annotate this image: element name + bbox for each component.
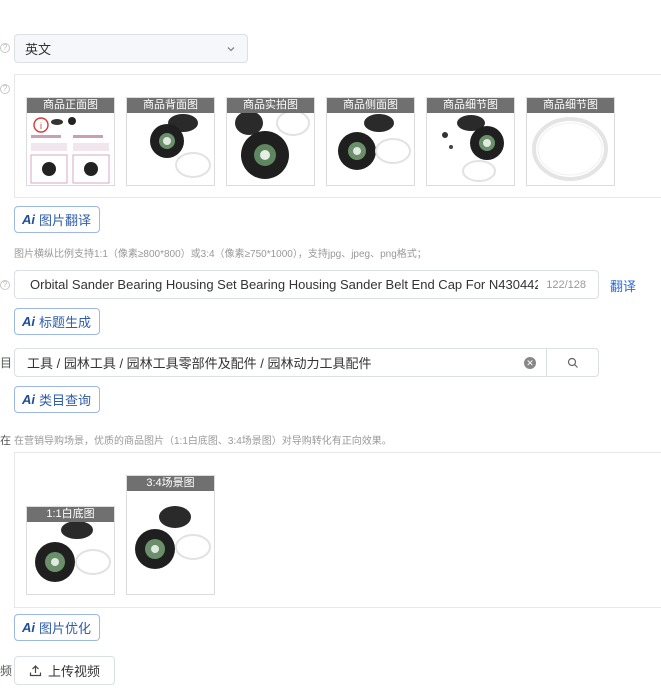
product-images-panel: 商品正面图 i 商品背面图 商品实拍图 商品侧面图 商品细节图 商品细节图: [14, 74, 661, 198]
image-optimize-button[interactable]: Ai 图片优化: [14, 614, 101, 641]
image-translate-button[interactable]: Ai 图片翻译: [14, 206, 101, 233]
ai-icon: Ai: [22, 212, 35, 227]
title-char-counter: 122/128: [546, 278, 586, 291]
category-input-value: 工具 / 园林工具 / 园林工具零部件及配件 / 园林动力工具配件: [27, 356, 372, 371]
category-input[interactable]: 工具 / 园林工具 / 园林工具零部件及配件 / 园林动力工具配件 ✕: [14, 348, 599, 377]
ai-icon: Ai: [22, 620, 35, 635]
image-caption: 商品实拍图: [227, 98, 314, 113]
product-image-thumbnail: i: [27, 113, 114, 185]
product-image-thumbnail: [442, 115, 504, 182]
translate-link[interactable]: 翻译: [610, 276, 636, 295]
ai-icon: Ai: [22, 314, 35, 329]
language-select[interactable]: 英文: [14, 34, 248, 63]
product-image-card[interactable]: 商品正面图 i: [26, 97, 115, 186]
image-caption: 商品侧面图: [327, 98, 414, 113]
marketing-image-card[interactable]: 1:1白底图: [26, 506, 115, 595]
upload-icon: [29, 665, 42, 677]
product-image-thumbnail: [235, 113, 310, 179]
help-icon: ?: [0, 43, 10, 53]
title-input-value: Orbital Sander Bearing Housing Set Beari…: [30, 277, 539, 292]
image-caption: 商品正面图: [27, 98, 114, 113]
marketing-images-panel: 1:1白底图 3:4场景图: [14, 452, 661, 608]
image-translate-label: 图片翻译: [39, 213, 92, 228]
product-image-thumbnail: [150, 114, 211, 178]
image-caption: 商品细节图: [427, 98, 514, 113]
chevron-down-icon: [227, 46, 235, 51]
image-ratio-hint: 图片横纵比例支持1:1（像素≥800*800）或3:4（像素≥750*1000）…: [14, 249, 427, 260]
category-search-button[interactable]: [546, 349, 598, 376]
upload-video-button[interactable]: 上传视频: [14, 656, 115, 685]
title-generate-button[interactable]: Ai 标题生成: [14, 308, 101, 335]
marketing-image-card[interactable]: 3:4场景图: [126, 475, 215, 595]
product-image-card[interactable]: 商品侧面图: [326, 97, 415, 186]
product-image-card[interactable]: 商品背面图: [126, 97, 215, 186]
svg-text:i: i: [40, 121, 42, 131]
product-image-thumbnail: [532, 117, 608, 181]
image-caption: 3:4场景图: [127, 476, 214, 491]
image-caption: 1:1白底图: [27, 507, 114, 522]
title-generate-label: 标题生成: [39, 315, 92, 330]
marketing-image-thumbnail: [35, 522, 111, 582]
category-label-fragment: 目: [0, 356, 13, 370]
category-query-label: 类目查询: [39, 393, 92, 408]
image-caption: 商品细节图: [527, 98, 614, 113]
image-caption: 商品背面图: [127, 98, 214, 113]
help-icon: ?: [0, 280, 10, 290]
video-label-fragment: 频: [0, 664, 13, 678]
marketing-label-fragment: 在: [0, 435, 11, 447]
category-query-button[interactable]: Ai 类目查询: [14, 386, 101, 413]
language-select-value: 英文: [25, 42, 52, 57]
title-input[interactable]: Orbital Sander Bearing Housing Set Beari…: [14, 270, 599, 299]
product-image-card[interactable]: 商品实拍图: [226, 97, 315, 186]
product-image-card[interactable]: 商品细节图: [426, 97, 515, 186]
image-optimize-label: 图片优化: [39, 621, 92, 636]
help-icon: ?: [0, 84, 10, 94]
search-icon: [567, 357, 578, 368]
upload-video-label: 上传视频: [47, 664, 100, 679]
product-image-card[interactable]: 商品细节图: [526, 97, 615, 186]
clear-icon[interactable]: ✕: [524, 356, 536, 369]
marketing-image-hint: 在营销导购场景，优质的商品图片（1:1白底图、3:4场景图）对导购转化有正向效果…: [14, 436, 392, 447]
product-image-thumbnail: [338, 114, 411, 170]
marketing-image-thumbnail: [135, 506, 211, 569]
ai-icon: Ai: [22, 392, 35, 407]
